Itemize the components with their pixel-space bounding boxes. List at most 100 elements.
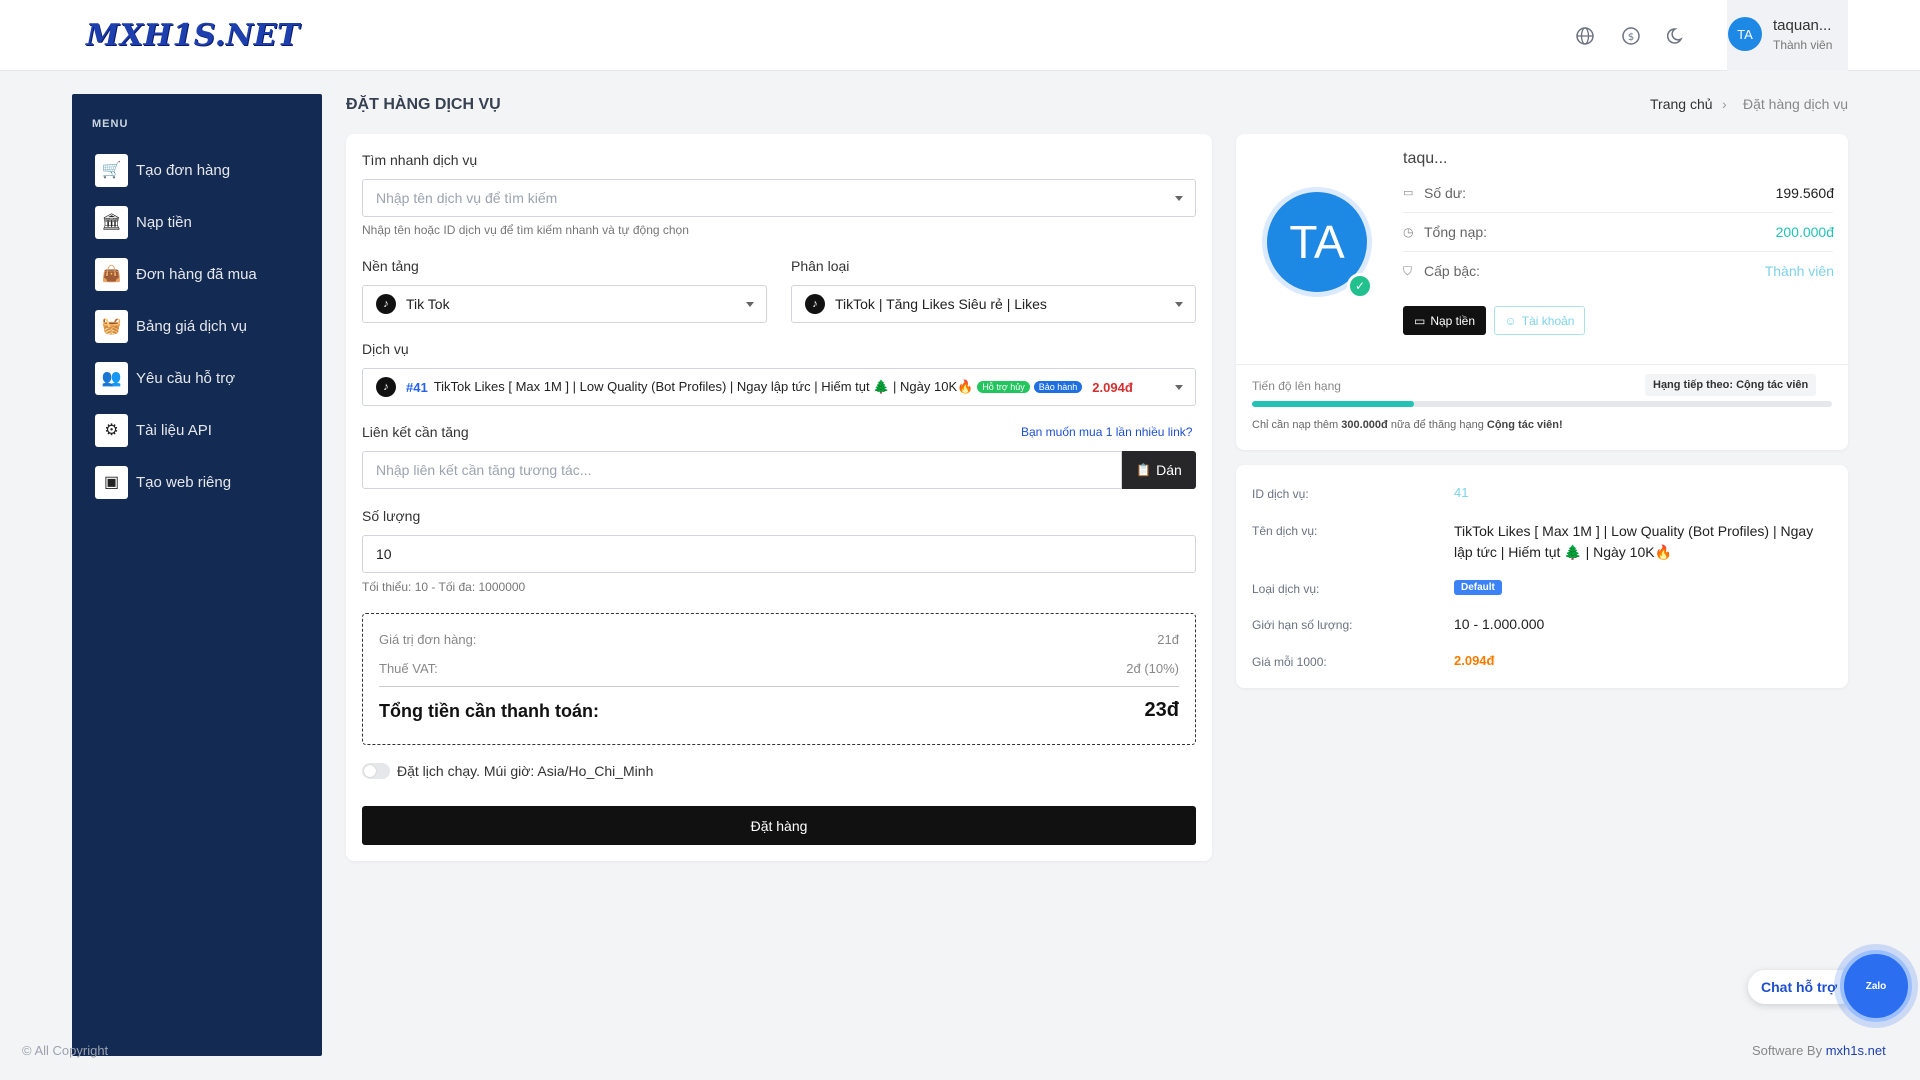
divider (1236, 364, 1848, 365)
platform-select[interactable]: ♪ Tik Tok (362, 285, 767, 323)
service-info-card (1236, 465, 1848, 688)
chevron-down-icon (1175, 302, 1183, 307)
page-title: ĐẶT HÀNG DỊCH VỤ (346, 96, 501, 113)
dark-mode-icon[interactable] (1666, 25, 1688, 47)
chevron-down-icon (1175, 196, 1183, 201)
topup-button[interactable]: ▭ Nạp tiền (1403, 306, 1486, 335)
sidebar-item-support[interactable]: 👥 Yêu cầu hỗ trợ (95, 361, 235, 395)
clock-icon: ◷ (1403, 225, 1414, 239)
service-type-label: Loại dịch vụ: (1252, 582, 1320, 596)
chevron-down-icon (746, 302, 754, 307)
order-form-card (346, 134, 1212, 861)
bag-icon: 👜 (95, 257, 128, 291)
deposit-label: Tổng nạp: (1424, 224, 1488, 240)
link-input[interactable]: Nhập liên kết cần tăng tương tác... (362, 451, 1122, 489)
price-per-1000-value: 2.094đ (1454, 653, 1495, 668)
multi-link-link[interactable]: Bạn muốn mua 1 lần nhiều link? (1021, 425, 1192, 439)
divider (1403, 212, 1833, 213)
search-label: Tìm nhanh dịch vụ (362, 152, 478, 168)
shield-icon: ⛉ (1403, 264, 1413, 278)
sidebar-item-label: Nạp tiền (136, 213, 192, 231)
sidebar-item-label: Bảng giá dịch vụ (136, 317, 247, 335)
service-id: #41 (406, 379, 428, 395)
topup-label: Nạp tiền (1430, 313, 1476, 328)
account-label: Tài khoản (1521, 313, 1575, 328)
basket-icon: 🧺 (95, 309, 128, 343)
search-input[interactable]: Nhập tên dịch vụ để tìm kiếm (362, 179, 1196, 217)
level-value: Thành viên (1764, 263, 1834, 279)
progress-fill (1252, 401, 1415, 407)
tiktok-icon: ♪ (376, 294, 396, 314)
next-level-badge: Hạng tiếp theo: Cộng tác viên (1645, 374, 1817, 396)
progress-track (1252, 401, 1832, 407)
order-value-label: Giá trị đơn hàng: (379, 632, 477, 647)
sidebar-item-orders[interactable]: 👜 Đơn hàng đã mua (95, 257, 257, 291)
profile-name: taqu... (1403, 150, 1448, 167)
balance-value: 199.560đ (1775, 185, 1834, 201)
deposit-value: 200.000đ (1775, 224, 1834, 240)
wallet-icon: ▭ (1403, 187, 1414, 199)
globe-icon[interactable] (1574, 25, 1596, 47)
user-avatar[interactable]: TA (1728, 17, 1762, 51)
vat-value: 2đ (10%) (1126, 661, 1179, 676)
site-logo[interactable]: MXH1S.NET (86, 18, 300, 53)
limit-value: 10 - 1.000.000 (1454, 616, 1545, 632)
submit-order-button[interactable]: Đặt hàng (362, 806, 1196, 845)
sidebar-item-deposit[interactable]: 🏛 Nạp tiền (95, 205, 192, 239)
service-label: Dịch vụ (362, 341, 409, 357)
service-id-label: ID dịch vụ: (1252, 487, 1309, 501)
account-button[interactable]: ☺ Tài khoản (1494, 306, 1585, 335)
web-icon: ▣ (95, 465, 128, 499)
note-text: nữa để thăng hạng (1387, 419, 1487, 431)
paste-button[interactable]: 📋 Dán (1122, 451, 1196, 489)
service-name-value: TikTok Likes [ Max 1M ] | Low Quality (B… (1454, 523, 1814, 560)
bank-icon: 🏛 (95, 205, 128, 239)
service-select[interactable]: ♪ #41 TikTok Likes [ Max 1M ] | Low Qual… (362, 368, 1196, 406)
platform-value: Tik Tok (406, 296, 450, 312)
sidebar-item-label: Yêu cầu hỗ trợ (136, 369, 236, 387)
wallet-icon: ▭ (1413, 313, 1426, 328)
sidebar-item-api-docs[interactable]: ⚙ Tài liệu API (95, 413, 212, 447)
search-placeholder: Nhập tên dịch vụ để tìm kiếm (376, 190, 558, 206)
currency-icon[interactable]: $ (1620, 25, 1642, 47)
user-icon: ☺ (1504, 313, 1517, 328)
sidebar-item-price-list[interactable]: 🧺 Bảng giá dịch vụ (95, 309, 247, 343)
level-label: Cấp bậc: (1424, 263, 1481, 279)
sidebar-item-label: Tài liệu API (136, 421, 212, 439)
balance-label: Số dư: (1424, 185, 1467, 201)
zalo-chat-button[interactable]: Zalo (1840, 950, 1912, 1022)
category-select[interactable]: ♪ TikTok | Tăng Likes Siêu rẻ | Likes (791, 285, 1196, 323)
sidebar-item-create-web[interactable]: ▣ Tạo web riêng (95, 465, 231, 499)
chevron-down-icon (1175, 385, 1183, 390)
sidebar-item-create-order[interactable]: 🛒 Tạo đơn hàng (95, 153, 230, 187)
api-icon: ⚙ (95, 413, 128, 447)
quantity-input[interactable]: 10 (362, 535, 1196, 573)
price-per-1000-label: Giá mỗi 1000: (1252, 655, 1327, 669)
breadcrumb-separator: › (1722, 96, 1727, 112)
schedule-toggle[interactable] (362, 763, 390, 779)
menu-title: MENU (92, 118, 129, 130)
sidebar-item-label: Tạo web riêng (136, 473, 232, 491)
footer-text: Software By (1752, 1043, 1826, 1058)
note-rank: Cộng tác viên! (1486, 419, 1563, 431)
footer-link[interactable]: mxh1s.net (1826, 1043, 1886, 1058)
breadcrumb-home[interactable]: Trang chủ (1650, 96, 1713, 112)
progress-note: Chỉ cần nạp thêm 300.000đ nữa để thăng h… (1252, 419, 1563, 431)
footer-credit: Software By mxh1s.net (1752, 1043, 1886, 1058)
vat-label: Thuế VAT: (379, 661, 438, 676)
search-hint: Nhập tên hoặc ID dịch vụ để tìm kiếm nha… (362, 223, 689, 237)
sidebar-item-label: Đơn hàng đã mua (136, 265, 257, 283)
user-role: Thành viên (1773, 38, 1833, 52)
order-value: 21đ (1157, 632, 1179, 647)
svg-text:$: $ (1628, 32, 1634, 43)
price-summary (362, 613, 1196, 745)
category-label: Phân loại (791, 258, 850, 274)
platform-label: Nền tảng (362, 258, 419, 274)
cart-icon: 🛒 (95, 153, 128, 187)
badge-warranty: Bảo hành (1033, 381, 1083, 393)
service-id-value: 41 (1454, 485, 1469, 500)
tiktok-icon: ♪ (805, 294, 825, 314)
total-label: Tổng tiền cần thanh toán: (379, 701, 599, 721)
link-placeholder: Nhập liên kết cần tăng tương tác... (376, 462, 592, 478)
category-value: TikTok | Tăng Likes Siêu rẻ | Likes (835, 296, 1047, 312)
